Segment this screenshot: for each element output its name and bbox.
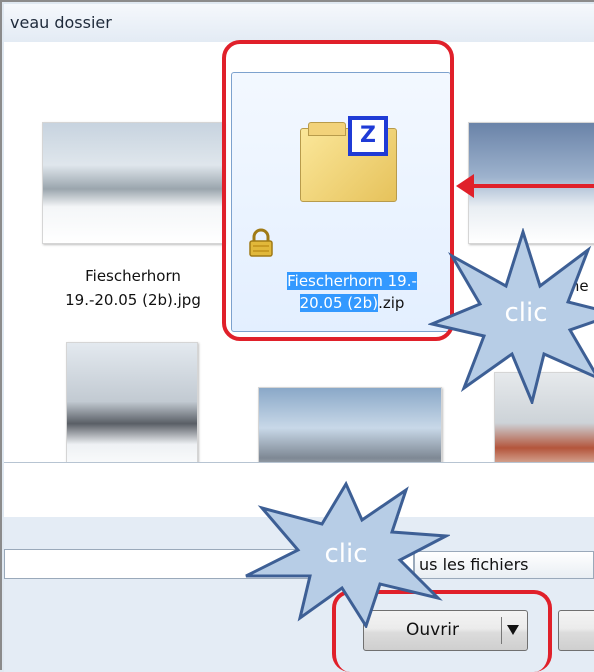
highlight-zip-file bbox=[222, 40, 454, 341]
burst-label: clic bbox=[324, 539, 368, 569]
photo-thumbnail[interactable] bbox=[468, 122, 594, 244]
dialog-toolbar: veau dossier bbox=[4, 4, 594, 43]
photo-thumbnail[interactable] bbox=[42, 122, 224, 244]
new-folder-button[interactable]: veau dossier bbox=[10, 13, 112, 32]
file-open-dialog: veau dossier Fiescherhorn 19.-20.05 (2b)… bbox=[0, 0, 594, 672]
photo-thumbnail[interactable] bbox=[258, 387, 442, 462]
file-name-line: 19.-20.05 (2b).jpg bbox=[65, 291, 201, 309]
file-name-line: Fiescherhorn bbox=[85, 267, 181, 285]
photo-thumbnail[interactable] bbox=[66, 342, 198, 462]
file-name-label[interactable]: Fiescherhorn 19.-20.05 (2b).jpg bbox=[18, 264, 248, 312]
arrow-shaft bbox=[472, 184, 594, 188]
arrow-left-icon bbox=[456, 174, 474, 198]
cancel-button[interactable] bbox=[558, 610, 594, 651]
burst-label: clic bbox=[504, 298, 548, 328]
